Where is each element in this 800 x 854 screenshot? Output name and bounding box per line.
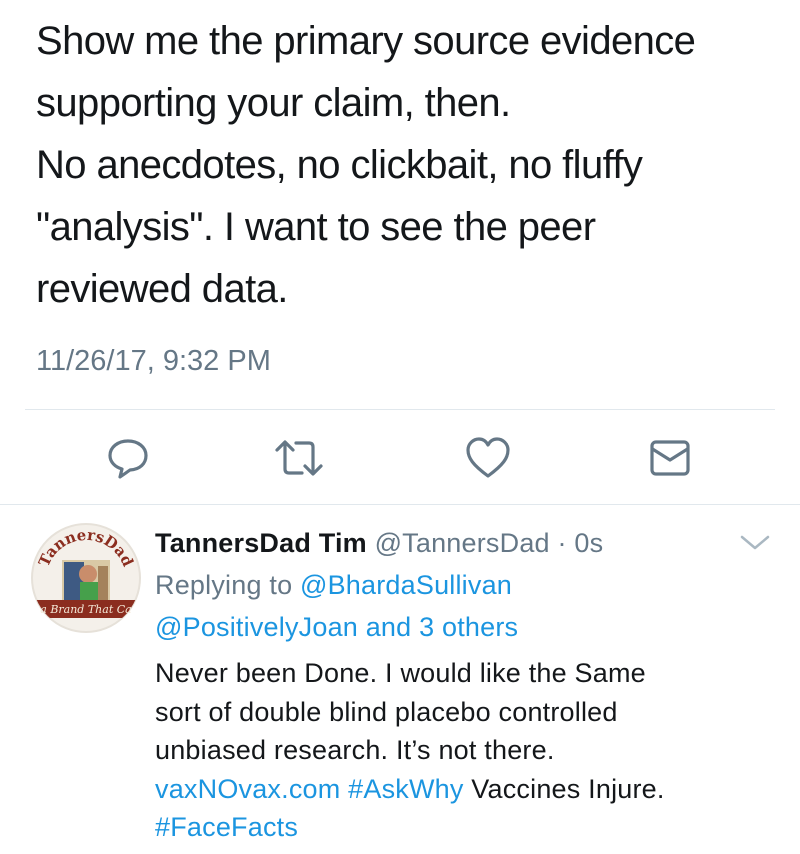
tweet-timestamp[interactable]: 11/26/17, 9:32 PM bbox=[36, 345, 271, 378]
separator-dot: · bbox=[557, 528, 567, 558]
replying-and[interactable]: and bbox=[366, 612, 412, 642]
tweet-text: Show me the primary source evidence supp… bbox=[36, 10, 776, 320]
reply-line: unbiased research. It’s not there. bbox=[155, 735, 555, 765]
replying-to: Replying to @BhardaSullivan bbox=[155, 564, 775, 606]
retweet-icon bbox=[275, 440, 323, 476]
reply-line: sort of double blind placebo controlled bbox=[155, 696, 618, 727]
direct-message-icon bbox=[650, 440, 690, 476]
hashtag-link[interactable]: #FaceFacts bbox=[155, 812, 298, 842]
like-button[interactable] bbox=[458, 428, 518, 488]
divider bbox=[0, 504, 800, 505]
avatar-banner-text: a Brand That Ca bbox=[40, 603, 131, 616]
user-handle[interactable]: @TannersDad bbox=[375, 528, 550, 558]
tweet-line: reviewed data. bbox=[36, 267, 288, 311]
reply-button[interactable] bbox=[98, 428, 158, 488]
tweet-action-bar bbox=[0, 428, 800, 488]
direct-message-button[interactable] bbox=[640, 428, 700, 488]
reply-time: 0s bbox=[574, 528, 604, 558]
display-name[interactable]: TannersDad Tim bbox=[155, 528, 367, 558]
retweet-button[interactable] bbox=[269, 428, 329, 488]
reply-body: Never been Done. I would like the Same s… bbox=[155, 654, 775, 847]
like-icon bbox=[466, 437, 510, 478]
replying-to-more: @PositivelyJoan and 3 others bbox=[155, 606, 775, 648]
reply-header: TannersDad Tim @TannersDad · 0s bbox=[155, 522, 775, 564]
reply-text: Vaccines Injure. bbox=[471, 773, 665, 804]
tweet-line: Show me the primary source evidence bbox=[36, 19, 696, 63]
reply-line: vaxNOvax.com #AskWhy Vaccines Injure. bbox=[155, 770, 775, 809]
reply-tweet: TannersDad Tim @TannersDad · 0s Replying… bbox=[155, 522, 775, 847]
avatar[interactable]: TannersDad a Brand That Ca bbox=[30, 522, 142, 634]
reply-line: #FaceFacts bbox=[155, 808, 775, 847]
replying-others-link[interactable]: 3 others bbox=[419, 612, 518, 642]
replying-user-link[interactable]: @BhardaSullivan bbox=[300, 570, 512, 600]
hashtag-link[interactable]: #AskWhy bbox=[348, 774, 463, 804]
reply-icon bbox=[108, 439, 148, 479]
tweet-line: supporting your claim, then. bbox=[36, 81, 511, 125]
tweet-line: "analysis". I want to see the peer bbox=[36, 205, 596, 249]
tweet-line: No anecdotes, no clickbait, no fluffy bbox=[36, 143, 643, 187]
replying-prefix: Replying to bbox=[155, 570, 293, 600]
reply-line: Never been Done. I would like the Same bbox=[155, 658, 646, 688]
replying-user-link[interactable]: @PositivelyJoan bbox=[155, 612, 358, 642]
external-link[interactable]: vaxNOvax.com bbox=[155, 774, 340, 804]
divider bbox=[25, 409, 775, 410]
